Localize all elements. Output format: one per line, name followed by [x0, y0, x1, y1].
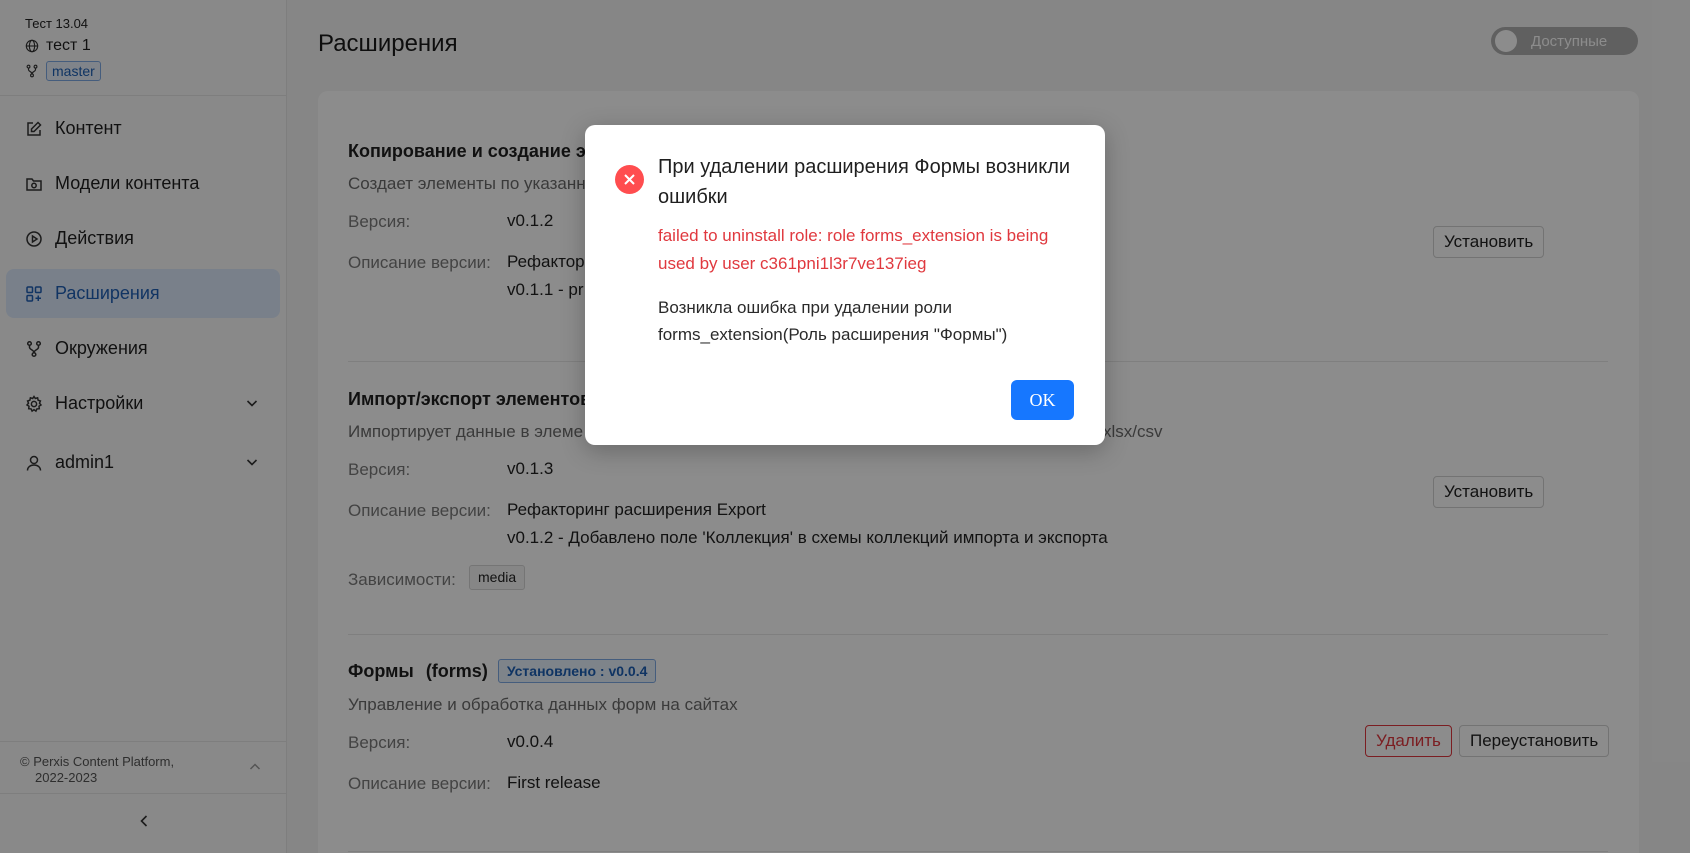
error-icon — [615, 165, 644, 194]
error-dialog: При удалении расширения Формы возникли о… — [585, 125, 1105, 445]
dialog-error-text: failed to uninstall role: role forms_ext… — [658, 226, 1049, 273]
dialog-message: Возникла ошибка при удалении роли forms_… — [658, 298, 1008, 344]
dialog-title: При удалении расширения Формы возникли о… — [658, 156, 1071, 208]
ok-button[interactable]: OK — [1011, 380, 1074, 420]
